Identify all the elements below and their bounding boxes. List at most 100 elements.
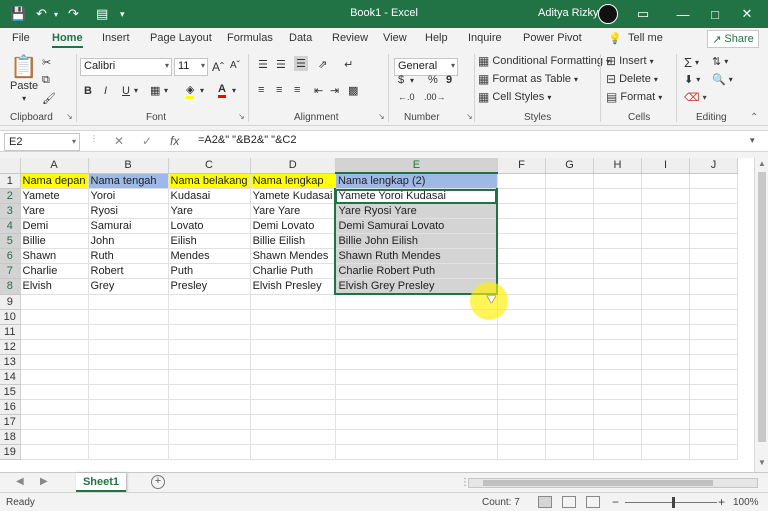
zoom-level[interactable]: 100% [733,497,759,508]
wrap-text-icon[interactable]: ↵ [344,58,353,71]
align-center-icon[interactable]: ≡ [276,84,282,96]
cell-h16[interactable] [593,399,642,415]
cell-i3[interactable] [641,203,690,219]
cell-c7[interactable]: Puth [168,263,251,279]
column-header-g[interactable]: G [545,158,594,174]
clipboard-launcher-icon[interactable]: ↘ [66,112,73,121]
tab-file[interactable]: File [12,32,30,44]
delete-cells-button[interactable]: ⊟ Delete ▾ [606,73,658,85]
cell-i17[interactable] [641,414,690,430]
row-header[interactable]: 5 [0,233,21,249]
minimize-icon[interactable]: — [670,3,696,25]
cell-f3[interactable] [497,203,546,219]
cell-g8[interactable] [545,278,594,295]
cell-g1[interactable] [545,173,594,189]
cell-h1[interactable] [593,173,642,189]
chevron-down-icon[interactable]: ▾ [134,86,138,95]
cell-i1[interactable] [641,173,690,189]
font-launcher-icon[interactable]: ↘ [238,112,245,121]
cell-f16[interactable] [497,399,546,415]
cell-e18[interactable] [335,429,498,445]
collapse-ribbon-icon[interactable]: ⌃ [750,112,758,123]
sheet-tab-sheet1[interactable]: Sheet1 [76,473,126,492]
cell-c1[interactable]: Nama belakang [168,173,251,189]
cell-c16[interactable] [168,399,251,415]
cell-a10[interactable] [20,309,89,325]
align-right-icon[interactable]: ≡ [294,84,300,96]
zoom-in-icon[interactable]: + [718,495,725,509]
fill-icon[interactable]: ⬇ ▾ [684,73,700,86]
cell-grid[interactable]: A B C D E F G H I J 1 Nama depan Nama tengah Nama bel… [0,158,738,460]
cell-d7[interactable]: Charlie Puth [250,263,336,279]
cell-a1[interactable]: Nama depan [20,173,89,189]
horizontal-scrollbar[interactable] [468,478,758,488]
increase-indent-icon[interactable]: ⇥ [330,84,339,97]
row-header[interactable]: 4 [0,218,21,234]
row-header[interactable]: 18 [0,429,21,445]
cell-c11[interactable] [168,324,251,340]
align-left-icon[interactable]: ≡ [258,84,264,96]
cell-c10[interactable] [168,309,251,325]
cell-i13[interactable] [641,354,690,370]
scroll-up-icon[interactable]: ▲ [758,159,766,168]
cell-b3[interactable]: Ryosi [88,203,169,219]
select-all-corner[interactable] [0,158,21,174]
cell-i2[interactable] [641,188,690,204]
comma-button[interactable]: 9 [446,74,452,86]
cell-b18[interactable] [88,429,169,445]
cell-a5[interactable]: Billie [20,233,89,249]
font-size-select[interactable]: 11 ▾ [174,58,208,76]
user-name[interactable]: Aditya Rizky [538,7,599,19]
cell-j16[interactable] [689,399,738,415]
cell-d14[interactable] [250,369,336,385]
cell-b2[interactable]: Yoroi [88,188,169,204]
cell-c6[interactable]: Mendes [168,248,251,264]
cell-d1[interactable]: Nama lengkap [250,173,336,189]
row-header[interactable]: 14 [0,369,21,385]
cell-e12[interactable] [335,339,498,355]
cell-j8[interactable] [689,278,738,295]
cell-f19[interactable] [497,444,546,460]
cell-j5[interactable] [689,233,738,249]
cell-g4[interactable] [545,218,594,234]
cell-g19[interactable] [545,444,594,460]
cell-d13[interactable] [250,354,336,370]
scroll-thumb[interactable] [483,480,713,486]
enter-icon[interactable]: ✓ [142,134,152,148]
cell-e3[interactable]: Yare Ryosi Yare [334,203,499,219]
cell-h5[interactable] [593,233,642,249]
scroll-down-icon[interactable]: ▼ [758,458,766,467]
cell-c8[interactable]: Presley [168,278,251,295]
column-header-h[interactable]: H [593,158,642,174]
cell-b6[interactable]: Ruth [88,248,169,264]
orientation-icon[interactable]: ⇗ [318,58,327,71]
cell-j3[interactable] [689,203,738,219]
cell-b13[interactable] [88,354,169,370]
formula-input[interactable]: =A2&" "&B2&" "&C2 [198,134,296,146]
cell-e19[interactable] [335,444,498,460]
cell-c15[interactable] [168,384,251,400]
column-header-i[interactable]: I [641,158,690,174]
cell-f2[interactable] [497,188,546,204]
cell-f17[interactable] [497,414,546,430]
sort-filter-icon[interactable]: ⇅ ▾ [712,55,728,68]
cell-j17[interactable] [689,414,738,430]
format-as-table-button[interactable]: ▦ Format as Table ▾ [478,73,578,85]
cell-j9[interactable] [689,294,738,310]
page-layout-view-icon[interactable] [562,496,576,508]
cell-e17[interactable] [335,414,498,430]
maximize-icon[interactable]: □ [702,3,728,25]
cell-e2[interactable]: Yamete Yoroi Kudasai [334,188,499,204]
cell-b14[interactable] [88,369,169,385]
cell-j10[interactable] [689,309,738,325]
cell-f4[interactable] [497,218,546,234]
cell-h2[interactable] [593,188,642,204]
autosum-icon[interactable]: Σ ▾ [684,55,699,70]
row-header[interactable]: 3 [0,203,21,219]
chevron-down-icon[interactable]: ▾ [410,76,414,85]
tab-home[interactable]: Home [52,32,83,48]
cell-h4[interactable] [593,218,642,234]
cell-i8[interactable] [641,278,690,295]
cell-b5[interactable]: John [88,233,169,249]
cell-j2[interactable] [689,188,738,204]
